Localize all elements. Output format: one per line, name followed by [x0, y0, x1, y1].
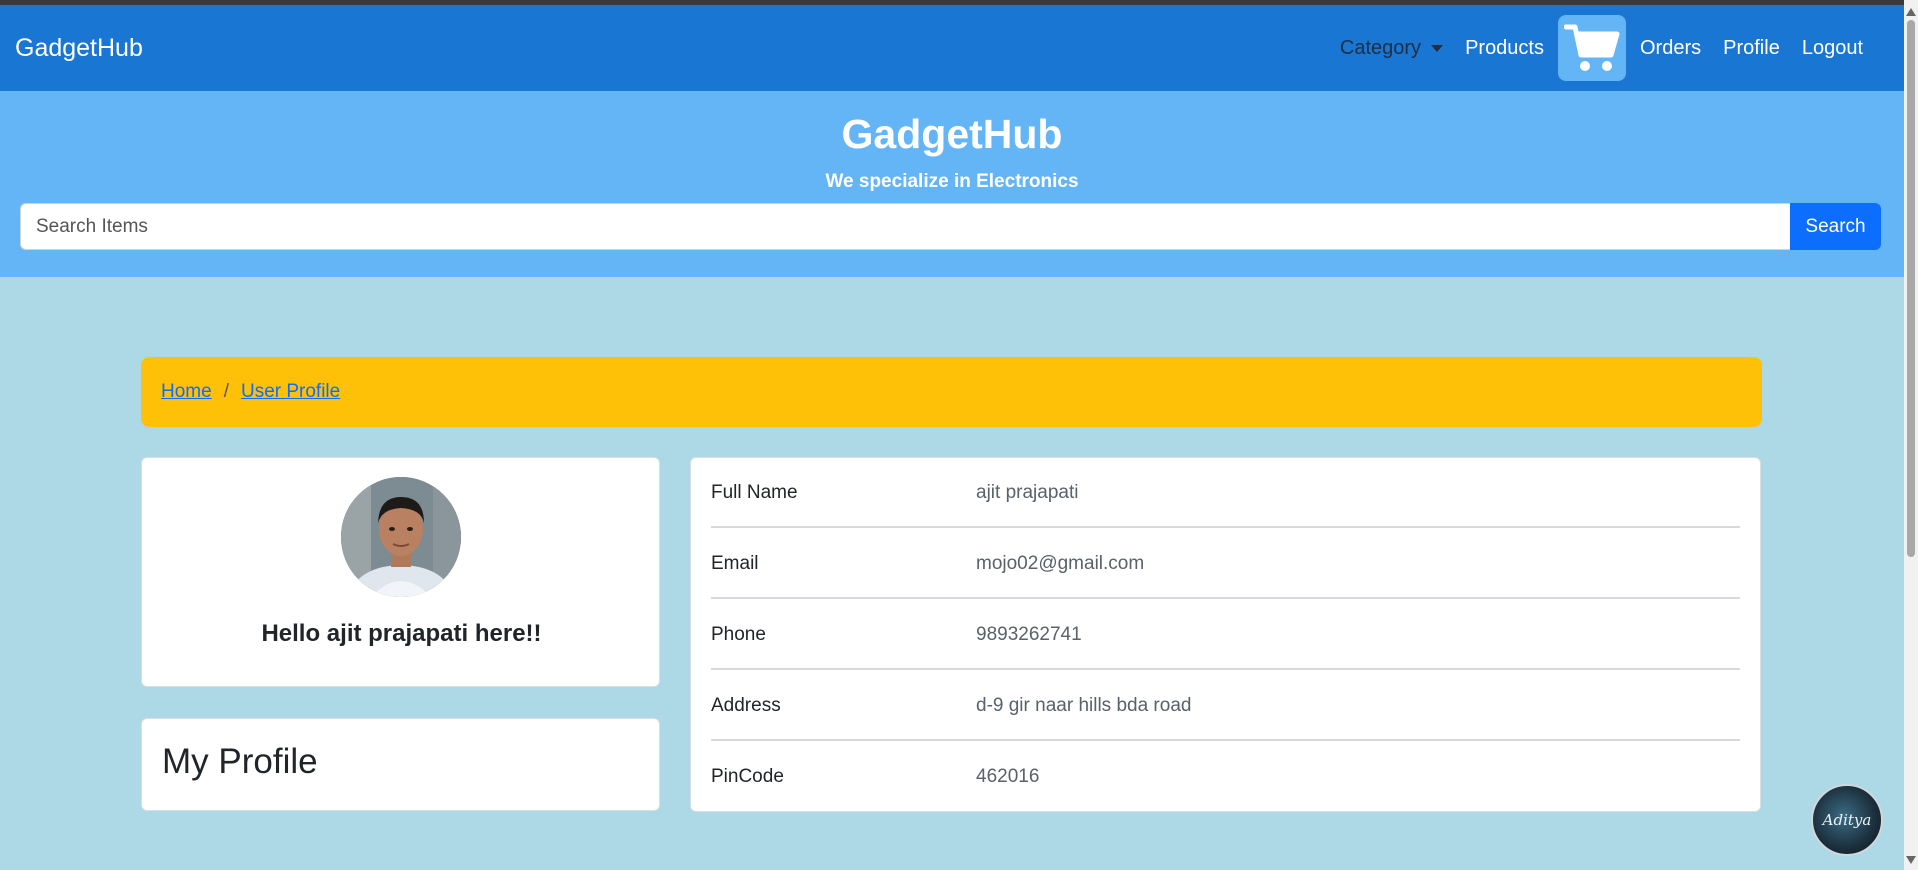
- search-input[interactable]: [20, 203, 1790, 250]
- nav-logout-link[interactable]: Logout: [1791, 37, 1874, 60]
- search-bar: Search: [20, 203, 1881, 250]
- nav-links: Category Products Orders Profile Logout: [1329, 15, 1874, 81]
- nav-products-link[interactable]: Products: [1454, 37, 1555, 60]
- breadcrumb-home-link[interactable]: Home: [161, 381, 212, 403]
- top-navbar: GadgetHub Category Products Orders Profi…: [0, 5, 1904, 91]
- category-dropdown[interactable]: Category: [1329, 37, 1454, 60]
- detail-value: 9893262741: [976, 624, 1082, 645]
- detail-row-full-name: Full Name ajit prajapati: [711, 458, 1740, 528]
- detail-label: Full Name: [711, 482, 798, 503]
- breadcrumb-separator: /: [223, 381, 229, 402]
- breadcrumb: Home / User Profile: [141, 357, 1762, 427]
- scroll-up-arrow-icon[interactable]: [1906, 8, 1916, 16]
- detail-label: Phone: [711, 624, 766, 645]
- badge-signature: Aditya: [1822, 811, 1872, 829]
- user-photo-icon: [341, 477, 461, 597]
- detail-label: Email: [711, 553, 759, 574]
- navbar-brand[interactable]: GadgetHub: [15, 34, 143, 63]
- hero-title: GadgetHub: [841, 111, 1063, 157]
- floating-logo-badge[interactable]: Aditya: [1811, 784, 1883, 856]
- category-label: Category: [1339, 36, 1422, 59]
- hero-banner: GadgetHub We specialize in Electronics S…: [0, 91, 1904, 277]
- divider: [711, 668, 1740, 670]
- divider: [711, 526, 1740, 528]
- detail-label: PinCode: [711, 766, 784, 787]
- search-button[interactable]: Search: [1790, 203, 1881, 250]
- detail-value: 462016: [976, 766, 1040, 787]
- nav-orders-link[interactable]: Orders: [1629, 37, 1712, 60]
- detail-row-pincode: PinCode 462016: [711, 742, 1740, 812]
- vertical-scrollbar[interactable]: [1904, 0, 1918, 870]
- detail-row-email: Email mojo02@gmail.com: [711, 529, 1740, 599]
- nav-profile-link[interactable]: Profile: [1712, 37, 1791, 60]
- detail-value: ajit prajapati: [976, 482, 1079, 503]
- detail-value: d-9 gir naar hills bda road: [976, 695, 1192, 716]
- profile-heading-card: My Profile: [141, 718, 660, 811]
- scroll-down-arrow-icon[interactable]: [1906, 856, 1916, 864]
- detail-row-phone: Phone 9893262741: [711, 600, 1740, 670]
- page-title: My Profile: [162, 742, 318, 781]
- scroll-thumb[interactable]: [1907, 20, 1915, 557]
- detail-row-address: Address d-9 gir naar hills bda road: [711, 671, 1740, 741]
- shopping-cart-icon: [1564, 24, 1620, 71]
- profile-details-card: Full Name ajit prajapati Email mojo02@gm…: [690, 457, 1761, 812]
- breadcrumb-user-profile-link[interactable]: User Profile: [241, 381, 340, 403]
- caret-down-icon: [1431, 44, 1444, 52]
- user-summary-card: Hello ajit prajapati here!!: [141, 457, 660, 687]
- divider: [711, 597, 1740, 599]
- hero-subtitle: We specialize in Electronics: [825, 171, 1079, 192]
- detail-label: Address: [711, 695, 781, 716]
- cart-button[interactable]: [1558, 15, 1626, 81]
- user-greeting: Hello ajit prajapati here!!: [261, 620, 542, 647]
- divider: [711, 739, 1740, 741]
- avatar: [341, 477, 461, 597]
- detail-value: mojo02@gmail.com: [976, 553, 1145, 574]
